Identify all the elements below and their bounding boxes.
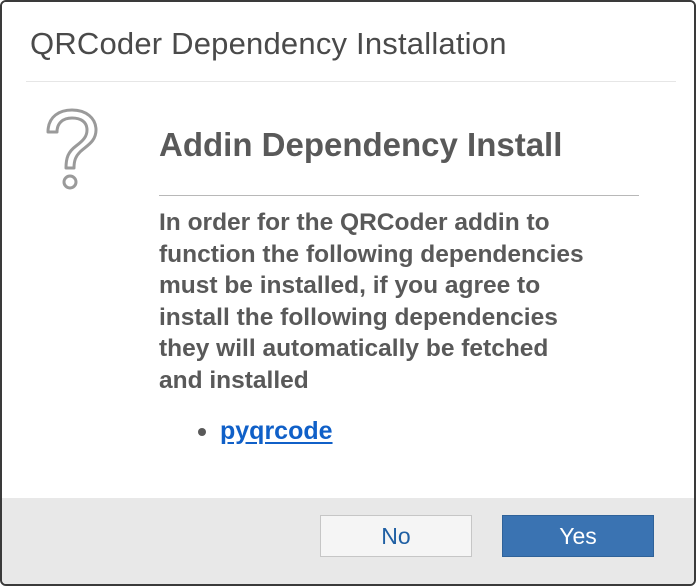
message-line: must be installed, if you agree to <box>159 272 541 299</box>
title-divider <box>26 81 676 82</box>
bullet-icon <box>198 428 206 436</box>
dialog-heading: Addin Dependency Install <box>159 126 563 163</box>
message-line: function the following dependencies <box>159 240 584 268</box>
dependency-link-pyqrcode[interactable]: pyqrcode <box>220 417 333 446</box>
no-button[interactable]: No <box>320 515 472 557</box>
message-line: they will automatically be fetched <box>159 335 549 362</box>
dependency-install-dialog: QRCoder Dependency Installation Addin De… <box>0 0 696 586</box>
heading-divider <box>159 195 639 196</box>
dialog-footer: No Yes <box>2 498 694 584</box>
yes-button[interactable]: Yes <box>502 515 654 557</box>
title-bar: QRCoder Dependency Installation <box>2 2 694 82</box>
dialog-title: QRCoder Dependency Installation <box>30 26 507 61</box>
question-mark-icon <box>46 108 98 190</box>
message-line: install the following dependencies <box>159 303 558 331</box>
message-line: In order for the QRCoder addin to <box>159 209 550 236</box>
message-line: and installed <box>159 366 309 394</box>
dependency-item: pyqrcode <box>198 414 333 448</box>
dialog-message: In order for the QRCoder addin to functi… <box>159 207 649 396</box>
dependency-list: pyqrcode <box>198 414 333 448</box>
